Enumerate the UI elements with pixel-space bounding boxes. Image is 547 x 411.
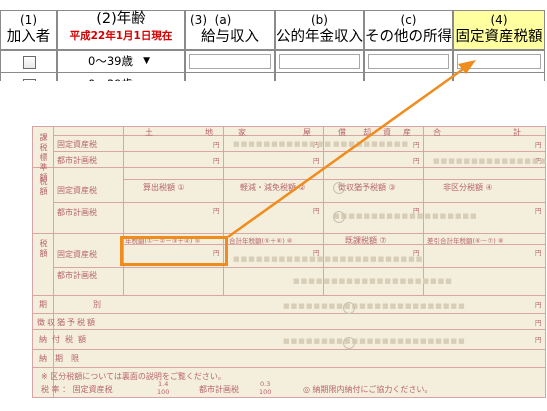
yen-mark: 円 [413, 141, 420, 149]
header-other-income: (c) その他の所得 [364, 10, 453, 50]
yen-mark: 円 [535, 336, 542, 344]
other-income-cell [364, 50, 453, 73]
side-label: 徴収猶予税額 [37, 318, 97, 327]
yen-mark: 円 [535, 319, 542, 327]
header-label: (2)年齢 [96, 11, 146, 27]
row-label: 都市計画税 [57, 156, 97, 165]
enrollee-checkbox[interactable] [23, 56, 36, 69]
header-property-tax: (4) 固定資産税額 [453, 10, 545, 50]
side-label: 別 [93, 300, 101, 309]
header-num-text: (3) [190, 13, 207, 27]
header-enrollee: (1) 加入者 [0, 10, 57, 50]
enrollee-cell [0, 50, 57, 73]
side-label: 期 [39, 300, 47, 309]
family-input-table: (1) 加入者 (2)年齢 平成22年1月1日現在 (3) (a) 給与収入 (… [0, 0, 547, 101]
yen-mark: 円 [213, 141, 220, 149]
sub-col-header: 合計年税額(⑤＋⑥) ⑥ [229, 237, 293, 245]
header-label: 公的年金収入 [276, 29, 363, 45]
col-header: 資 [383, 128, 391, 137]
row-label: 固定資産税 [57, 186, 97, 195]
header-pension: (b) 公的年金収入 [275, 10, 364, 50]
header-label: 固定資産税額 [455, 29, 543, 45]
col-header: 合 [433, 128, 441, 137]
chevron-down-icon: ▼ [143, 56, 150, 66]
yen-mark: 円 [535, 207, 542, 215]
rate-denominator: 100 [157, 388, 170, 396]
other-income-input[interactable] [368, 54, 449, 69]
col-header: 地 [205, 128, 213, 137]
rate-fraction-city: 0.3 100 [259, 380, 271, 396]
header-num: (4) [490, 13, 508, 27]
header-num: (1) [20, 13, 37, 27]
row-label: 固定資産税 [57, 250, 97, 259]
col-header: 土 [145, 128, 153, 137]
side-label: 税額 [39, 239, 48, 259]
col-header: 屋 [303, 128, 311, 137]
rate-numerator: 1.4 [158, 380, 169, 388]
yen-mark: 円 [213, 157, 220, 165]
pension-input[interactable] [279, 54, 360, 69]
header-sub-label: 平成22年1月1日現在 [69, 30, 173, 42]
age-cell: 0～39歳 ▼ [57, 50, 185, 73]
yen-mark: 円 [535, 249, 542, 257]
yen-mark: 円 [313, 157, 320, 165]
sub-col-header: 算出税額 ① [143, 183, 185, 192]
payment-note: ◎ 納期限内納付にご協力ください。 [303, 385, 433, 394]
tax-rate-label: 都市計画税 [199, 385, 239, 394]
sub-col-header: 既課税額 ⑦ [345, 236, 387, 245]
col-header: 却 [363, 128, 371, 137]
yen-mark: 円 [413, 157, 420, 165]
col-header: 産 [403, 128, 411, 137]
col-header: 償 [338, 128, 346, 137]
yen-mark: 円 [213, 207, 220, 215]
tax-rate-label: 税 率 ： 固定資産税 [41, 385, 113, 394]
sub-col-header: 軽減・減免税額 ② [240, 183, 306, 192]
salary-input[interactable] [189, 54, 271, 69]
age-select-value: 0～39歳 [88, 54, 133, 68]
yen-mark: 円 [535, 141, 542, 149]
header-num: (b) [311, 13, 328, 27]
side-label: 納期限 [39, 354, 87, 363]
header-num: (3) (a) [186, 12, 274, 29]
age-select[interactable]: 0～39歳 ▼ [76, 53, 154, 70]
highlight-box [120, 236, 228, 266]
header-salary: (3) (a) 給与収入 [185, 10, 275, 50]
rate-denominator: 100 [259, 388, 272, 396]
col-header: 計 [513, 128, 521, 137]
rate-fraction-property: 1.4 100 [157, 380, 169, 396]
row-label: 都市計画税 [57, 208, 97, 217]
header-age: (2)年齢 平成22年1月1日現在 [57, 10, 185, 50]
sub-col-header: 徴収猶予税額 ③ [338, 183, 396, 192]
sub-col-header: 差引合計年税額(⑥－⑦) ⑧ [427, 237, 504, 245]
sub-col-header: 非区分税額 ④ [443, 183, 493, 192]
tax-notice-form-image: 課税標準額 税額 税額 期 別 徴収猶予税額 納付税額 納期限 土 地 家 屋 … [32, 126, 546, 398]
property-tax-cell [453, 50, 545, 73]
yen-mark: 円 [535, 301, 542, 309]
header-sub-num: (a) [214, 13, 232, 27]
property-tax-input[interactable] [457, 54, 541, 69]
salary-cell [185, 50, 275, 73]
rate-numerator: 0.3 [260, 380, 271, 388]
side-label: 課税標準額 [39, 133, 48, 183]
header-label: 給与収入 [201, 29, 259, 45]
header-num: (c) [400, 13, 417, 27]
yen-mark: 円 [313, 207, 320, 215]
col-header: 家 [238, 128, 246, 137]
side-label: 納付税額 [39, 335, 91, 344]
note-segment: ※ 区分税額については裏面の説明をご覧ください。 [41, 372, 226, 381]
table-fade [0, 81, 547, 101]
row-label: 都市計画税 [57, 271, 97, 280]
side-label: 税額 [39, 177, 48, 197]
header-label: その他の所得 [365, 29, 452, 45]
pension-cell [275, 50, 364, 73]
header-label: 加入者 [6, 29, 51, 45]
row-label: 固定資産税 [57, 140, 97, 149]
